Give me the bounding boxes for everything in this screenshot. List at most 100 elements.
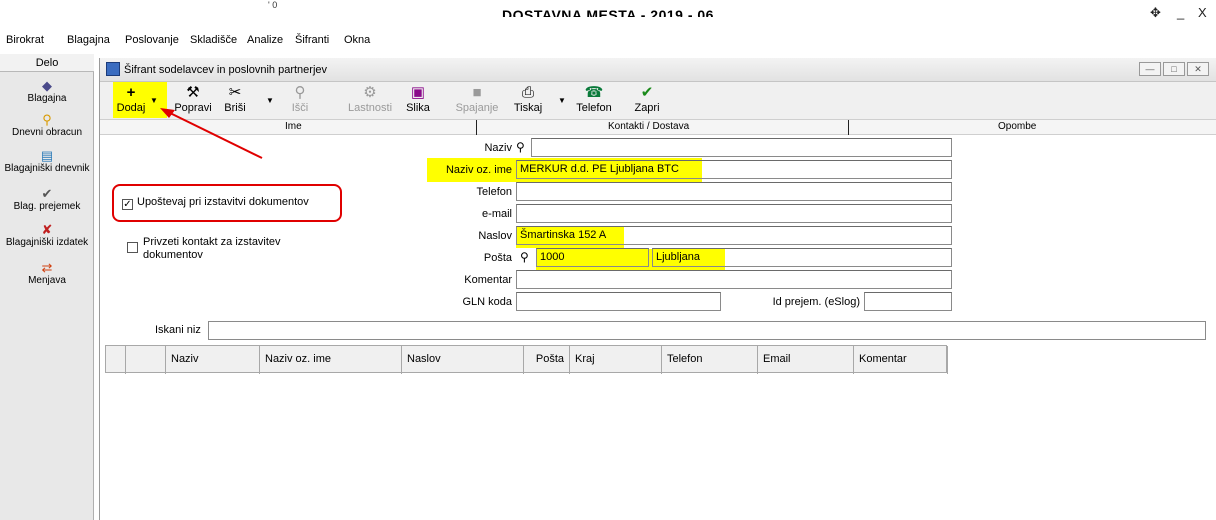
- tiskaj-dropdown-icon[interactable]: ▼: [558, 96, 566, 105]
- left-item-blag-prejemek[interactable]: ✔ Blag. prejemek: [0, 186, 94, 212]
- child-minimize-button[interactable]: —: [1139, 62, 1161, 76]
- id-prejem-field[interactable]: [864, 292, 952, 311]
- grid-blank-column: [126, 346, 166, 374]
- gln-label: GLN koda: [462, 296, 512, 308]
- upostevaj-checkbox[interactable]: ✓: [122, 199, 133, 210]
- slika-button[interactable]: ▣ Slika: [403, 84, 433, 114]
- grid-col-kraj[interactable]: Kraj: [570, 346, 662, 374]
- email-label: e-mail: [482, 208, 512, 220]
- receipt-out-icon: ✘: [41, 222, 53, 237]
- grid-indicator-column: [106, 346, 126, 374]
- grid-col-posta[interactable]: Pošta: [524, 346, 570, 374]
- naziv-search-icon[interactable]: ⚲: [516, 140, 525, 154]
- menu-poslovanje[interactable]: Poslovanje: [125, 34, 179, 46]
- spajanje-label: Spajanje: [455, 102, 499, 114]
- image-icon: ▣: [410, 84, 426, 101]
- posta-field[interactable]: 1000: [536, 248, 649, 267]
- tab-kontakti[interactable]: Kontakti / Dostava: [608, 121, 689, 132]
- cash-register-icon: ◆: [42, 78, 52, 93]
- move-icon[interactable]: ✥: [1150, 5, 1161, 21]
- app-title: DOSTAVNA MESTA - 2019 - 06: [502, 7, 714, 17]
- naziv-label: Naziv: [484, 142, 512, 154]
- left-item-label: Blagajna: [27, 93, 67, 104]
- telefon-button[interactable]: ☎ Telefon: [574, 84, 614, 114]
- menu-blagajna[interactable]: Blagajna: [67, 34, 110, 46]
- email-field[interactable]: [516, 204, 952, 223]
- tiskaj-button[interactable]: ⎙ Tiskaj: [513, 84, 543, 114]
- telefon-label: Telefon: [576, 102, 612, 114]
- menu-okna[interactable]: Okna: [344, 34, 370, 46]
- key-icon: ⚲: [42, 112, 52, 127]
- iskani-niz-input[interactable]: [208, 321, 1206, 340]
- left-item-blagajna[interactable]: ◆ Blagajna: [0, 78, 94, 104]
- annotation-arrow: [160, 108, 263, 159]
- tiskaj-label: Tiskaj: [513, 102, 543, 114]
- telefon-field[interactable]: [516, 182, 952, 201]
- child-window-controls: — □ ✕: [1137, 62, 1209, 76]
- grid-col-naslov[interactable]: Naslov: [402, 346, 524, 374]
- kraj-field[interactable]: Ljubljana: [652, 248, 952, 267]
- privzeti-label-line2: dokumentov: [143, 249, 203, 261]
- grid-col-telefon[interactable]: Telefon: [662, 346, 758, 374]
- grid-header: Naziv Naziv oz. ime Naslov Pošta Kraj Te…: [105, 345, 948, 374]
- privzeti-checkbox-row[interactable]: Privzeti kontakt za izstavitev dokumento…: [127, 236, 281, 262]
- tab-separator: [848, 120, 849, 135]
- posta-search-icon[interactable]: ⚲: [520, 250, 529, 264]
- left-item-blagajniski-dnevnik[interactable]: ▤ Blagajniški dnevnik: [0, 148, 94, 174]
- naziv-oz-ime-label: Naziv oz. ime: [445, 164, 512, 176]
- journal-icon: ▤: [40, 148, 54, 163]
- id-prejem-label: Id prejem. (eSlog): [772, 296, 860, 308]
- close-button[interactable]: X: [1198, 5, 1207, 20]
- left-item-menjava[interactable]: ⇄ Menjava: [0, 260, 94, 286]
- menu-analize[interactable]: Analize: [247, 34, 283, 46]
- left-item-label: Blagajniški dnevnik: [4, 163, 90, 174]
- tab-opombe[interactable]: Opombe: [998, 121, 1036, 132]
- privzeti-label: Privzeti kontakt za izstavitev dokumento…: [143, 236, 281, 262]
- minimize-button[interactable]: _: [1177, 5, 1184, 20]
- gln-field[interactable]: [516, 292, 721, 311]
- left-item-dnevni-obracun[interactable]: ⚲ Dnevni obracun: [0, 112, 94, 138]
- left-item-label: Dnevni obracun: [11, 127, 83, 138]
- app-title-bar: DOSTAVNA MESTA - 2019 - 06 ' 0 ✥ _ X: [0, 0, 1216, 30]
- tab-separator: [476, 120, 477, 135]
- menu-skladisce[interactable]: Skladišče: [190, 34, 237, 46]
- left-item-label: Blag. prejemek: [13, 201, 81, 212]
- grid-col-naziv[interactable]: Naziv: [166, 346, 260, 374]
- phone-icon: ☎: [584, 84, 604, 101]
- checkmark-icon: ✔: [640, 84, 654, 101]
- privzeti-label-line1: Privzeti kontakt za izstavitev: [143, 236, 281, 248]
- left-panel-header: Delo: [0, 54, 94, 72]
- komentar-label: Komentar: [464, 274, 512, 286]
- privzeti-checkbox[interactable]: [127, 242, 138, 253]
- slika-label: Slika: [406, 102, 430, 114]
- results-grid: Naziv Naziv oz. ime Naslov Pošta Kraj Te…: [105, 345, 1216, 520]
- left-item-label: Menjava: [28, 275, 66, 286]
- upostevaj-label: Upoštevaj pri izstavitvi dokumentov: [137, 196, 309, 208]
- partner-register-window: Šifrant sodelavcev in poslovnih partnerj…: [99, 58, 1216, 520]
- naziv-oz-ime-field[interactable]: MERKUR d.d. PE Ljubljana BTC: [516, 160, 952, 179]
- naslov-field[interactable]: Šmartinska 152 A: [516, 226, 952, 245]
- komentar-field[interactable]: [516, 270, 952, 289]
- child-close-button[interactable]: ✕: [1187, 62, 1209, 76]
- zapri-label: Zapri: [634, 102, 660, 114]
- grid-col-email[interactable]: Email: [758, 346, 854, 374]
- receipt-in-icon: ✔: [41, 186, 53, 201]
- spajanje-button[interactable]: ■ Spajanje: [454, 84, 500, 114]
- menu-birokrat[interactable]: Birokrat: [6, 34, 44, 46]
- left-panel: Delo ◆ Blagajna ⚲ Dnevni obracun ▤ Blaga…: [0, 54, 94, 520]
- iskani-niz-label: Iskani niz: [155, 324, 201, 336]
- title-fragment: ' 0: [268, 0, 278, 10]
- grid-col-komentar[interactable]: Komentar: [854, 346, 948, 374]
- naziv-field[interactable]: [531, 138, 952, 157]
- zapri-button[interactable]: ✔ Zapri: [632, 84, 662, 114]
- posta-label: Pošta: [483, 252, 512, 264]
- menu-bar: Birokrat Blagajna Poslovanje Skladišče A…: [0, 30, 1216, 52]
- child-restore-button[interactable]: □: [1163, 62, 1185, 76]
- telefon-label: Telefon: [476, 186, 512, 198]
- naslov-label: Naslov: [478, 230, 512, 242]
- exchange-icon: ⇄: [41, 260, 53, 275]
- menu-sifranti[interactable]: Šifranti: [295, 34, 329, 46]
- grid-col-naziv-oz-ime[interactable]: Naziv oz. ime: [260, 346, 402, 374]
- upostevaj-checkbox-row[interactable]: ✓ Upoštevaj pri izstavitvi dokumentov: [122, 196, 309, 210]
- left-item-blagajniski-izdatek[interactable]: ✘ Blagajniški izdatek: [0, 222, 94, 248]
